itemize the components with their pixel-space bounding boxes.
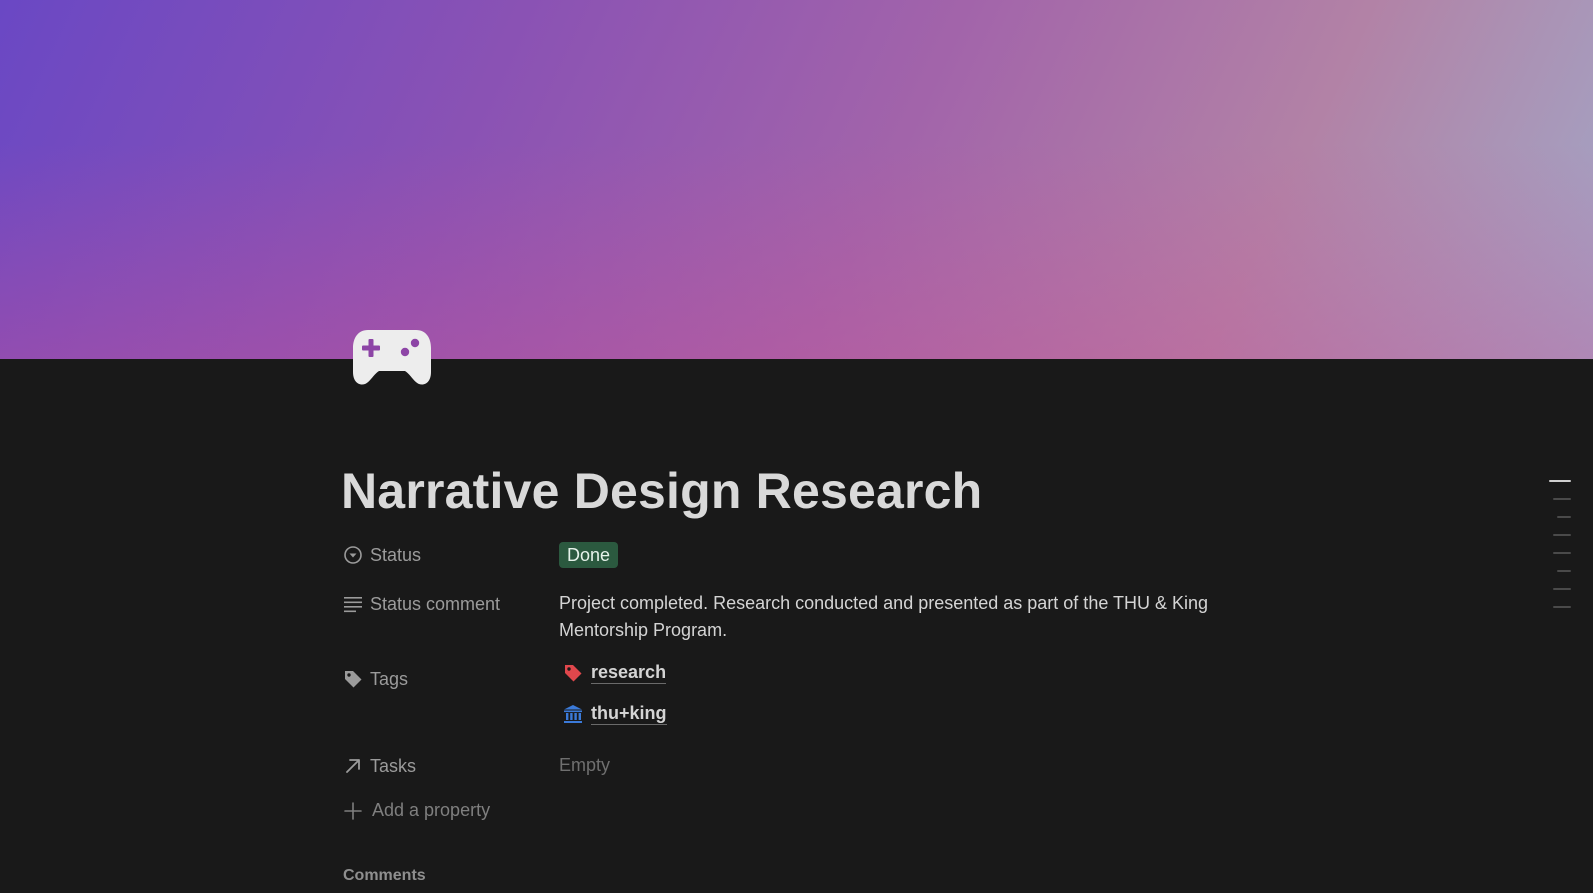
red-tag-icon	[565, 665, 582, 682]
toc-line[interactable]	[1553, 606, 1571, 608]
tags-label[interactable]: Tags	[343, 664, 543, 694]
tasks-label[interactable]: Tasks	[343, 751, 543, 781]
tag-thu-king[interactable]: thu+king	[563, 703, 667, 725]
status-comment-label[interactable]: Status comment	[343, 589, 543, 619]
add-property-button[interactable]: Add a property	[343, 800, 490, 821]
tasks-empty-value[interactable]: Empty	[559, 755, 610, 775]
toc-line[interactable]	[1557, 570, 1571, 572]
plus-icon	[344, 801, 362, 820]
tags-label-text: Tags	[370, 668, 409, 689]
status-badge[interactable]: Done	[559, 542, 619, 568]
toc-line[interactable]	[1553, 534, 1571, 536]
add-property-label: Add a property	[372, 800, 491, 820]
classical-building-icon	[564, 705, 582, 723]
tag-label[interactable]: research	[591, 662, 667, 684]
status-label-text: Status	[370, 544, 422, 565]
tag-label[interactable]: thu+king	[591, 703, 667, 725]
toc-line[interactable]	[1553, 552, 1571, 554]
toc-line[interactable]	[1557, 516, 1571, 518]
tasks-label-text: Tasks	[370, 755, 417, 776]
status-comment-value[interactable]: Project completed. Research conducted an…	[559, 590, 1209, 644]
toc-line[interactable]	[1549, 480, 1571, 482]
comments-heading: Comments	[343, 867, 426, 884]
game-controller-icon[interactable]	[352, 326, 432, 390]
toc-line[interactable]	[1553, 498, 1571, 500]
status-icon	[344, 546, 362, 564]
tag-icon	[345, 671, 362, 688]
text-lines-icon	[344, 597, 362, 613]
tag-research[interactable]: research	[563, 662, 667, 684]
toc-line[interactable]	[1553, 588, 1571, 590]
relation-arrow-icon	[346, 759, 360, 773]
page-title[interactable]: Narrative Design Research	[341, 462, 982, 520]
status-comment-label-text: Status comment	[370, 593, 501, 614]
status-label[interactable]: Status	[343, 540, 543, 570]
page-cover[interactable]	[0, 0, 1593, 359]
